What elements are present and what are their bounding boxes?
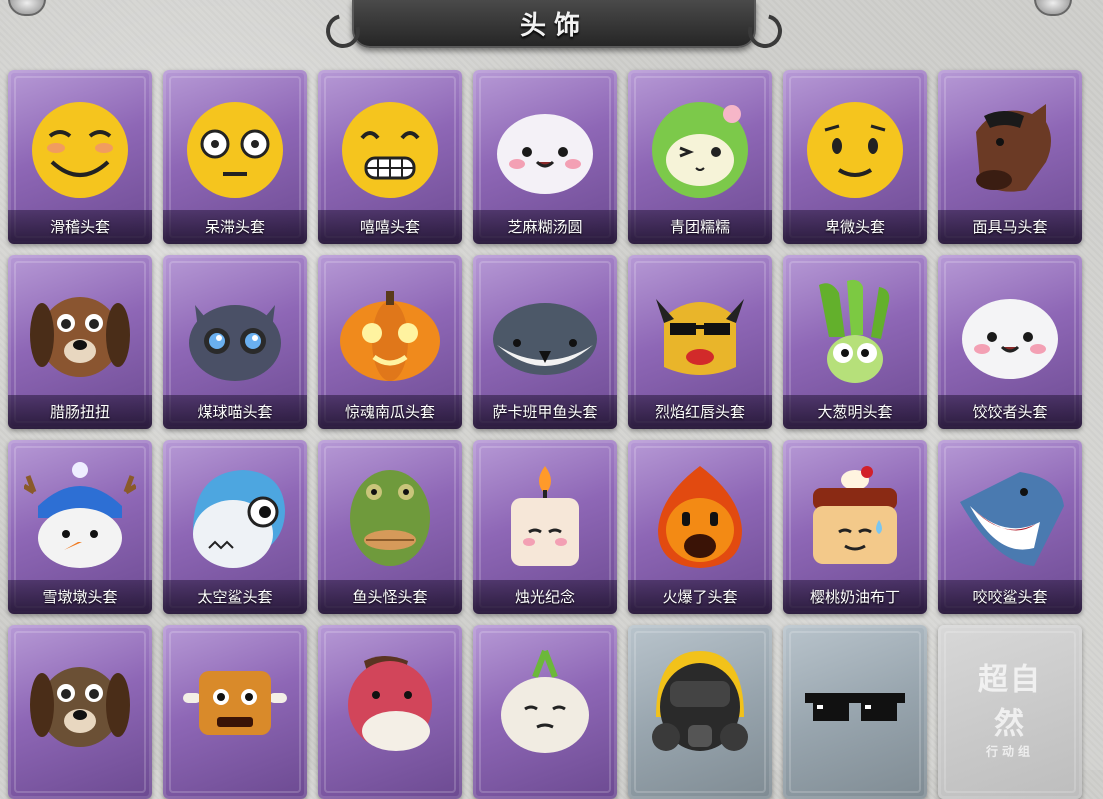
horse-mask-icon bbox=[976, 104, 1051, 192]
dumpling-cloud-icon bbox=[962, 299, 1058, 379]
headwear-card[interactable]: 烈焰红唇头套 bbox=[628, 255, 772, 429]
headwear-card[interactable]: 樱桃奶油布丁 bbox=[783, 440, 927, 614]
headwear-card-label: 鱼头怪头套 bbox=[318, 580, 462, 614]
gas-mask-helmet-icon bbox=[652, 651, 748, 751]
headwear-card[interactable]: 腊肠扭扭 bbox=[8, 255, 152, 429]
pudding-icon bbox=[813, 466, 897, 564]
headwear-card-label: 饺饺者头套 bbox=[938, 395, 1082, 429]
headwear-card-label: 烛光纪念 bbox=[473, 580, 617, 614]
fish-monster-icon bbox=[350, 470, 430, 566]
headwear-card-label: 面具马头套 bbox=[938, 210, 1082, 244]
headwear-card[interactable]: 鱼头怪头套 bbox=[318, 440, 462, 614]
headwear-card-label: 滑稽头套 bbox=[8, 210, 152, 244]
watermark-subtext: 行动组 bbox=[985, 744, 1034, 759]
headwear-card[interactable]: 惊魂南瓜头套 bbox=[318, 255, 462, 429]
headwear-card-label: 嘻嘻头套 bbox=[318, 210, 462, 244]
red-horse-icon bbox=[348, 656, 432, 751]
scallion-icon bbox=[819, 279, 890, 383]
headwear-card[interactable] bbox=[318, 625, 462, 799]
yellow-balaclava-icon bbox=[656, 299, 744, 375]
space-shark-icon bbox=[193, 470, 285, 568]
headwear-card[interactable] bbox=[628, 625, 772, 799]
headwear-card-label: 卑微头套 bbox=[783, 210, 927, 244]
headwear-card-label: 煤球喵头套 bbox=[163, 395, 307, 429]
headwear-card-label: 腊肠扭扭 bbox=[8, 395, 152, 429]
headwear-card-label: 太空鲨头套 bbox=[163, 580, 307, 614]
green-rice-ball-icon bbox=[652, 102, 748, 198]
grin-face-icon bbox=[342, 102, 438, 198]
headwear-grid: 滑稽头套 呆滞头套 嘻嘻头套 芝麻糊汤圆 青团糯糯 卑微头套 面具马头套 腊肠扭… bbox=[0, 0, 1103, 799]
headwear-card[interactable]: 太空鲨头套 bbox=[163, 440, 307, 614]
fish-icon bbox=[493, 303, 597, 375]
watermark-logo: 超自然 行动组 bbox=[974, 655, 1046, 760]
headwear-card[interactable]: 超自然 行动组 bbox=[938, 625, 1082, 799]
dachshund-icon bbox=[30, 297, 130, 377]
headwear-card[interactable]: 嘻嘻头套 bbox=[318, 70, 462, 244]
headwear-card-label: 雪墩墩头套 bbox=[8, 580, 152, 614]
smirk-face-icon bbox=[32, 102, 128, 198]
headwear-card[interactable]: 饺饺者头套 bbox=[938, 255, 1082, 429]
black-cat-icon bbox=[189, 305, 281, 381]
headwear-card[interactable]: 煤球喵头套 bbox=[163, 255, 307, 429]
headwear-card[interactable]: 萨卡班甲鱼头套 bbox=[473, 255, 617, 429]
fireball-icon bbox=[658, 466, 742, 568]
candle-icon bbox=[511, 466, 579, 566]
headwear-card[interactable]: 咬咬鲨头套 bbox=[938, 440, 1082, 614]
headwear-card[interactable]: 大葱明头套 bbox=[783, 255, 927, 429]
sunglasses-dog-icon bbox=[30, 667, 130, 747]
headwear-card[interactable] bbox=[473, 625, 617, 799]
headwear-card-label: 萨卡班甲鱼头套 bbox=[473, 395, 617, 429]
headwear-card-label: 樱桃奶油布丁 bbox=[783, 580, 927, 614]
pumpkin-icon bbox=[340, 291, 440, 381]
headwear-card-label: 呆滞头套 bbox=[163, 210, 307, 244]
headwear-card[interactable]: 芝麻糊汤圆 bbox=[473, 70, 617, 244]
watermark-text: 超自然 bbox=[978, 662, 1042, 742]
headwear-card[interactable]: 青团糯糯 bbox=[628, 70, 772, 244]
headwear-card[interactable]: 呆滞头套 bbox=[163, 70, 307, 244]
dumpling-icon bbox=[497, 114, 593, 194]
pixel-sunglasses-icon bbox=[805, 693, 905, 721]
headwear-card-label: 烈焰红唇头套 bbox=[628, 395, 772, 429]
headwear-card-label: 惊魂南瓜头套 bbox=[318, 395, 462, 429]
headwear-card-label: 青团糯糯 bbox=[628, 210, 772, 244]
headwear-card[interactable] bbox=[783, 625, 927, 799]
headwear-card[interactable]: 卑微头套 bbox=[783, 70, 927, 244]
headwear-card[interactable]: 火爆了头套 bbox=[628, 440, 772, 614]
staring-face-icon bbox=[187, 102, 283, 198]
headwear-card[interactable]: 烛光纪念 bbox=[473, 440, 617, 614]
headwear-card[interactable]: 面具马头套 bbox=[938, 70, 1082, 244]
humble-face-icon bbox=[807, 102, 903, 198]
headwear-card-label: 大葱明头套 bbox=[783, 395, 927, 429]
headwear-card[interactable] bbox=[163, 625, 307, 799]
headwear-card-label: 咬咬鲨头套 bbox=[938, 580, 1082, 614]
headwear-card-label: 芝麻糊汤圆 bbox=[473, 210, 617, 244]
garlic-icon bbox=[501, 649, 589, 753]
bone-box-icon bbox=[183, 671, 287, 735]
headwear-card[interactable] bbox=[8, 625, 152, 799]
headwear-card[interactable]: 滑稽头套 bbox=[8, 70, 152, 244]
biting-shark-icon bbox=[960, 472, 1064, 566]
headwear-card[interactable]: 雪墩墩头套 bbox=[8, 440, 152, 614]
headwear-card-label: 火爆了头套 bbox=[628, 580, 772, 614]
snowman-icon bbox=[24, 462, 136, 568]
